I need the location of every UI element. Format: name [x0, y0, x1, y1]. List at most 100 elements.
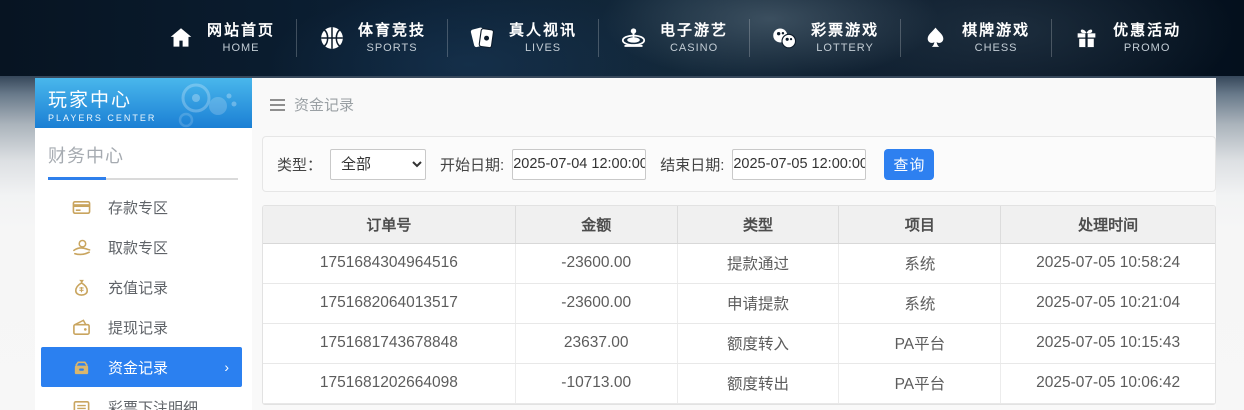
sidebar-item-lottery-bet-detail[interactable]: 彩票下注明细 — [35, 387, 252, 410]
nav-item-lives[interactable]: 真人视讯 LIVES — [448, 21, 598, 55]
nav-cn-casino: 电子游艺 — [660, 22, 729, 40]
nav-en-home: HOME — [222, 41, 260, 54]
cell-project: 系统 — [838, 243, 1002, 284]
nav-label: 体育竞技 SPORTS — [358, 21, 426, 55]
sidebar-item-label: 彩票下注明细 — [108, 399, 199, 410]
cell-amount: -23600.00 — [515, 283, 678, 324]
cell-type: 额度转出 — [677, 363, 840, 404]
sidebar-item-label: 资金记录 — [108, 359, 169, 377]
nav-cn-chess: 棋牌游戏 — [962, 22, 1031, 40]
sidebar-item-label: 取款专区 — [108, 239, 169, 257]
finance-center-section: 财务中心 — [35, 128, 252, 180]
nav-item-lottery[interactable]: 彩票游戏 LOTTERY — [750, 21, 900, 55]
top-nav-items: 网站首页 HOME 体育竞技 SPORTS 真人视讯 LIVES 电子游艺 CA… — [0, 19, 1202, 57]
sidebar-item-deposit-zone[interactable]: 存款专区 — [35, 187, 252, 227]
sidebar-item-withdraw-zone[interactable]: 取款专区 — [35, 227, 252, 267]
table-row: 1751681743678848 23637.00 额度转入 PA平台 2025… — [263, 323, 1215, 364]
type-label: 类型： — [277, 156, 323, 174]
home-icon — [167, 24, 194, 51]
funds-record-table: 订单号 金额 类型 项目 处理时间 1751684304964516 -2360… — [262, 205, 1216, 405]
cell-type: 申请提款 — [677, 283, 840, 324]
end-date-input[interactable] — [732, 148, 867, 180]
cell-amount: -23600.00 — [515, 243, 678, 284]
section-divider — [48, 177, 238, 180]
nav-label: 棋牌游戏 CHESS — [962, 21, 1030, 55]
nav-item-casino[interactable]: 电子游艺 CASINO — [599, 21, 749, 55]
nav-cn-home: 网站首页 — [207, 22, 276, 40]
nav-en-lives: LIVES — [524, 41, 562, 54]
sidebar-item-label: 充值记录 — [108, 279, 169, 297]
cell-project: 系统 — [838, 283, 1002, 324]
nav-label: 网站首页 HOME — [207, 21, 275, 55]
cell-time: 2025-07-05 10:06:42 — [1000, 363, 1215, 404]
finance-center-title: 财务中心 — [48, 146, 124, 166]
purse-icon — [72, 358, 91, 377]
lottery-balls-icon — [771, 24, 798, 51]
sidebar-item-withdraw-record[interactable]: 提现记录 — [35, 307, 252, 347]
basketball-icon — [318, 24, 345, 51]
col-header-type: 类型 — [677, 206, 840, 244]
breadcrumb: 资金记录 — [262, 78, 1216, 115]
nav-en-promo: PROMO — [1123, 41, 1171, 54]
table-row: 1751682064013517 -23600.00 申请提款 系统 2025-… — [263, 283, 1215, 324]
type-select[interactable]: 全部 — [330, 148, 427, 180]
hand-coin-icon — [72, 238, 91, 257]
nav-label: 优惠活动 PROMO — [1113, 21, 1181, 55]
sidebar-item-funds-record[interactable]: 资金记录 › — [41, 347, 242, 387]
nav-label: 彩票游戏 LOTTERY — [811, 21, 879, 55]
cards-icon — [469, 24, 496, 51]
search-button[interactable]: 查询 — [884, 148, 935, 180]
players-center-header: 玩家中心 PLAYERS CENTER — [35, 78, 252, 128]
nav-en-lottery: LOTTERY — [816, 41, 874, 54]
sidebar-menu: 存款专区 取款专区 充值记录 提现记录 资金记录 › 彩票下注明细 — [35, 187, 252, 410]
nav-item-sports[interactable]: 体育竞技 SPORTS — [297, 21, 447, 55]
sidebar-item-recharge-record[interactable]: 充值记录 — [35, 267, 252, 307]
cell-project: PA平台 — [838, 363, 1002, 404]
roulette-icon — [620, 24, 647, 51]
nav-cn-promo: 优惠活动 — [1113, 22, 1182, 40]
col-header-order-no: 订单号 — [263, 206, 516, 244]
cell-project: PA平台 — [838, 323, 1002, 364]
sidebar-item-label: 提现记录 — [108, 319, 169, 337]
deposit-card-icon — [72, 198, 91, 217]
nav-en-chess: CHESS — [974, 41, 1018, 54]
money-bag-icon — [72, 278, 91, 297]
menu-icon[interactable] — [270, 98, 285, 111]
cell-time: 2025-07-05 10:21:04 — [1000, 283, 1215, 324]
nav-item-chess[interactable]: 棋牌游戏 CHESS — [901, 21, 1051, 55]
nav-item-home[interactable]: 网站首页 HOME — [146, 21, 296, 55]
wallet-icon — [72, 318, 91, 337]
nav-label: 电子游艺 CASINO — [660, 21, 728, 55]
end-date-label: 结束日期: — [660, 156, 725, 174]
cell-amount: 23637.00 — [515, 323, 678, 364]
nav-en-sports: SPORTS — [366, 41, 418, 54]
cell-time: 2025-07-05 10:15:43 — [1000, 323, 1215, 364]
breadcrumb-label: 资金记录 — [294, 97, 355, 114]
col-header-time: 处理时间 — [1000, 206, 1215, 244]
bet-list-icon — [72, 398, 91, 410]
gamepad-watermark-icon — [166, 82, 244, 128]
nav-label: 真人视讯 LIVES — [509, 21, 577, 55]
spade-icon — [922, 24, 949, 51]
cell-type: 额度转入 — [677, 323, 840, 364]
nav-item-promo[interactable]: 优惠活动 PROMO — [1052, 21, 1202, 55]
cell-order-no: 1751684304964516 — [263, 243, 516, 284]
sidebar-item-label: 存款专区 — [108, 199, 169, 217]
gift-icon — [1073, 24, 1100, 51]
table-row: 1751684304964516 -23600.00 提款通过 系统 2025-… — [263, 243, 1215, 284]
start-date-label: 开始日期: — [440, 156, 505, 174]
table-row: 1751681202664098 -10713.00 额度转出 PA平台 202… — [263, 363, 1215, 404]
nav-cn-lives: 真人视讯 — [509, 22, 578, 40]
section-divider-accent — [48, 177, 106, 180]
top-nav: 网站首页 HOME 体育竞技 SPORTS 真人视讯 LIVES 电子游艺 CA… — [0, 0, 1244, 76]
table-header-row: 订单号 金额 类型 项目 处理时间 — [263, 206, 1215, 244]
chevron-right-icon: › — [224, 359, 229, 375]
cell-order-no: 1751681743678848 — [263, 323, 516, 364]
cell-amount: -10713.00 — [515, 363, 678, 404]
cell-time: 2025-07-05 10:58:24 — [1000, 243, 1215, 284]
start-date-input[interactable] — [512, 148, 647, 180]
filter-panel: 类型： 全部 开始日期: 结束日期: 查询 — [262, 136, 1216, 192]
nav-cn-lottery: 彩票游戏 — [811, 22, 880, 40]
nav-en-casino: CASINO — [669, 41, 719, 54]
col-header-project: 项目 — [838, 206, 1002, 244]
